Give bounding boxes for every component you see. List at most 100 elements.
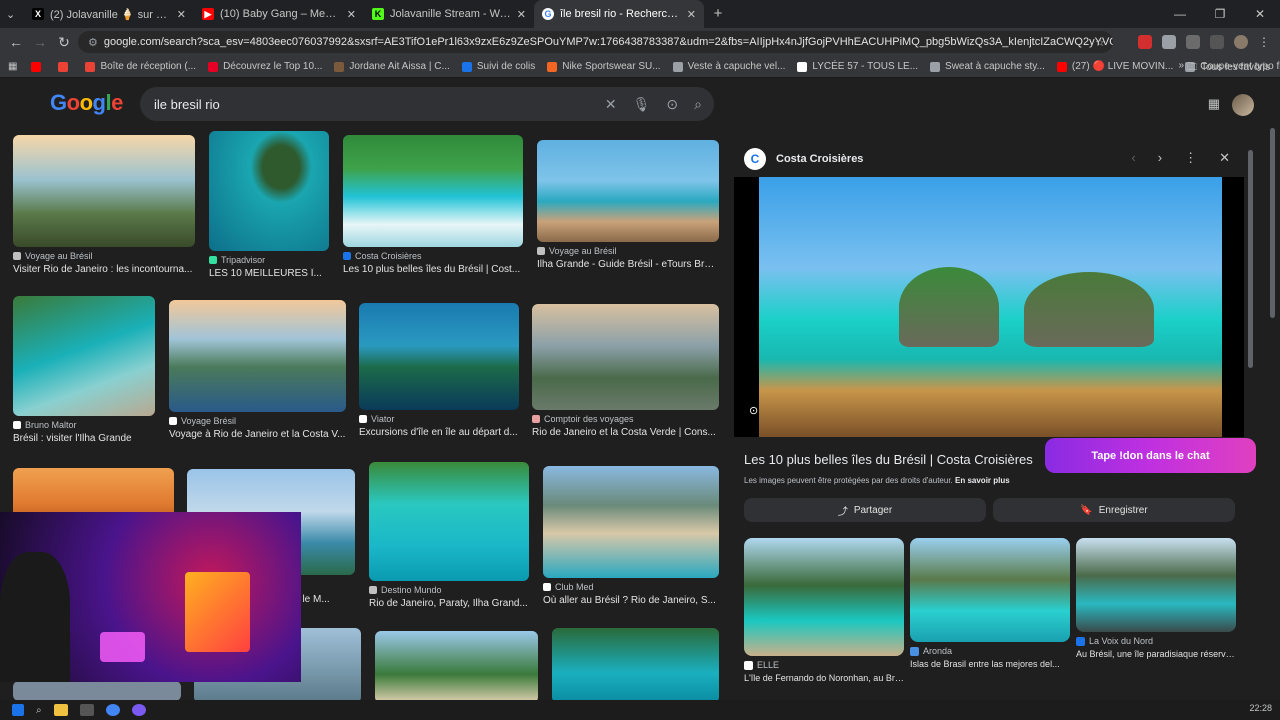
site-info-icon[interactable]: ⚙ xyxy=(88,36,98,49)
result-tile[interactable]: Tripadvisor LES 10 MEILLEURES Î... xyxy=(209,131,329,279)
bookmark[interactable]: Boîte de réception (... xyxy=(85,61,196,72)
bookmark[interactable] xyxy=(58,61,73,72)
result-caption[interactable]: Rio de Janeiro, Paraty, Ilha Grand... xyxy=(369,598,529,609)
next-icon[interactable]: › xyxy=(1158,150,1162,166)
windows-icon[interactable] xyxy=(12,704,24,716)
app-icon[interactable] xyxy=(79,704,94,716)
media-icon[interactable] xyxy=(1210,35,1224,49)
result-image[interactable] xyxy=(369,462,529,581)
lens-search-icon[interactable]: ⊙ xyxy=(749,404,763,418)
related-image[interactable] xyxy=(744,538,904,656)
result-tile[interactable] xyxy=(552,628,719,703)
tab-kick[interactable]: K Jolavanille Stream - Watch Live ✕ xyxy=(364,0,534,28)
chrome-icon[interactable] xyxy=(105,704,120,716)
discord-icon[interactable] xyxy=(131,704,146,716)
result-image[interactable] xyxy=(13,135,195,247)
tab-list-button[interactable]: ⌄ xyxy=(0,0,24,28)
related-image[interactable] xyxy=(1076,538,1236,632)
bookmark[interactable] xyxy=(31,61,46,72)
bookmark[interactable]: LYCÉE 57 - TOUS LE... xyxy=(797,61,918,72)
puzzle-icon[interactable] xyxy=(1186,35,1200,49)
apps-icon[interactable]: ▦ xyxy=(8,61,17,72)
result-tile[interactable] xyxy=(13,681,181,701)
save-button[interactable]: 🔖 Enregistrer xyxy=(993,498,1235,522)
search-icon[interactable]: ⌕ xyxy=(36,705,42,716)
result-tile[interactable]: Bruno Maltor Brésil : visiter l'Ilha Gra… xyxy=(13,296,155,444)
google-logo[interactable]: Google xyxy=(50,90,123,116)
tab-youtube[interactable]: ▶ (10) Baby Gang – Mentalité [Of ✕ xyxy=(194,0,364,28)
bookmark[interactable]: Veste à capuche vel... xyxy=(672,61,785,72)
close-window-icon[interactable]: ✕ xyxy=(1240,0,1280,28)
result-tile[interactable] xyxy=(375,631,538,703)
forward-icon[interactable]: → xyxy=(28,34,52,50)
lens-icon[interactable]: ⊙ xyxy=(666,96,678,113)
result-tile[interactable]: Voyage au Brésil Visiter Rio de Janeiro … xyxy=(13,135,195,275)
page-scrollbar[interactable] xyxy=(1270,128,1275,318)
search-input[interactable]: ile bresil rio xyxy=(154,97,220,112)
result-caption[interactable]: Excursions d'île en île au départ d... xyxy=(359,427,519,438)
learn-more-link[interactable]: En savoir plus xyxy=(955,476,1010,485)
bookmark[interactable]: (27) 🔴 LIVE MOVIN... xyxy=(1056,61,1173,72)
result-image[interactable] xyxy=(532,304,719,410)
microphone-icon[interactable]: 🎙 xyxy=(633,96,651,113)
previous-icon[interactable]: ‹ xyxy=(1131,150,1135,166)
more-icon[interactable]: ⋮ xyxy=(1184,150,1197,166)
related-tile[interactable]: La Voix du Nord Au Brésil, une île parad… xyxy=(1076,538,1236,659)
new-tab-button[interactable]: + xyxy=(704,0,732,28)
chevron-right-icon[interactable]: » xyxy=(1178,60,1184,71)
close-icon[interactable]: ✕ xyxy=(347,8,356,21)
url-field[interactable]: ⚙ google.com/search?sca_esv=4803eec07603… xyxy=(78,31,1113,53)
result-image[interactable] xyxy=(359,303,519,410)
clear-icon[interactable]: ✕ xyxy=(605,96,617,113)
extension-icon[interactable] xyxy=(1162,35,1176,49)
result-caption[interactable]: Ilha Grande - Guide Brésil - eTours Braz… xyxy=(537,259,719,270)
result-image[interactable] xyxy=(169,300,346,412)
bookmark[interactable]: Suivi de colis xyxy=(461,61,535,72)
reload-icon[interactable]: ↻ xyxy=(52,34,76,51)
preview-title[interactable]: Les 10 plus belles îles du Brésil | Cost… xyxy=(744,452,1033,467)
clock[interactable]: 22:28 xyxy=(1249,703,1272,713)
panel-scrollbar[interactable] xyxy=(1248,150,1253,368)
result-tile[interactable]: Costa Croisières Les 10 plus belles îles… xyxy=(343,135,523,275)
search-box[interactable]: ile bresil rio ✕ 🎙 ⊙ ⌕ xyxy=(140,87,714,121)
bookmark-star-icon[interactable]: ☆ xyxy=(1095,36,1105,49)
back-icon[interactable]: ← xyxy=(4,34,28,50)
related-caption[interactable]: Islas de Brasil entre las mejores del... xyxy=(910,659,1070,669)
minimize-icon[interactable]: — xyxy=(1160,0,1200,28)
result-image[interactable] xyxy=(543,466,719,578)
close-icon[interactable]: ✕ xyxy=(517,8,526,21)
tab-x[interactable]: X (2) Jolavanille 🍦 sur X : "La mif ✕ xyxy=(24,0,194,28)
related-caption[interactable]: L'île de Fernando do Noronhan, au Brés..… xyxy=(744,673,904,683)
tab-google[interactable]: G île bresil rio - Recherche Googl ✕ xyxy=(534,0,704,28)
restore-icon[interactable]: ❐ xyxy=(1200,0,1240,28)
result-image[interactable] xyxy=(552,628,719,703)
share-button[interactable]: ⤴ Partager xyxy=(744,498,986,522)
related-caption[interactable]: Au Brésil, une île paradisiaque réservée… xyxy=(1076,649,1236,659)
bookmark[interactable]: Nike Sportswear SU... xyxy=(547,61,661,72)
result-caption[interactable]: Voyage à Rio de Janeiro et la Costa V... xyxy=(169,429,346,440)
panel-source[interactable]: C Costa Croisières xyxy=(744,148,863,170)
result-caption[interactable]: Visiter Rio de Janeiro : les incontourna… xyxy=(13,264,195,275)
search-icon[interactable]: ⌕ xyxy=(694,96,702,113)
result-tile[interactable]: Club Med Où aller au Brésil ? Rio de Jan… xyxy=(543,466,719,606)
close-icon[interactable]: ✕ xyxy=(687,8,696,21)
result-caption[interactable]: Les 10 plus belles îles du Brésil | Cost… xyxy=(343,264,523,275)
bookmark[interactable]: Sweat à capuche sty... xyxy=(930,61,1045,72)
avatar[interactable] xyxy=(1232,94,1254,116)
result-image[interactable] xyxy=(343,135,523,247)
preview-image[interactable]: ⊙ xyxy=(734,177,1244,437)
bookmark[interactable]: Jordane Ait Aissa | C... xyxy=(334,61,450,72)
more-icon[interactable]: ⋮ xyxy=(1258,35,1270,49)
result-caption[interactable]: LES 10 MEILLEURES Î... xyxy=(209,268,329,279)
result-image[interactable] xyxy=(13,296,155,416)
related-tile[interactable]: Aronda Islas de Brasil entre las mejores… xyxy=(910,538,1070,669)
result-image[interactable] xyxy=(537,140,719,242)
result-tile[interactable]: Viator Excursions d'île en île au départ… xyxy=(359,303,519,438)
result-caption[interactable]: Brésil : visiter l'Ilha Grande xyxy=(13,433,155,444)
result-caption[interactable]: Où aller au Brésil ? Rio de Janeiro, S..… xyxy=(543,595,719,606)
result-tile[interactable]: Voyage au Brésil Ilha Grande - Guide Bré… xyxy=(537,140,719,270)
result-image[interactable] xyxy=(375,631,538,703)
result-image[interactable] xyxy=(209,131,329,251)
result-image[interactable] xyxy=(13,681,181,701)
bookmark[interactable]: Découvrez le Top 10... xyxy=(208,61,322,72)
